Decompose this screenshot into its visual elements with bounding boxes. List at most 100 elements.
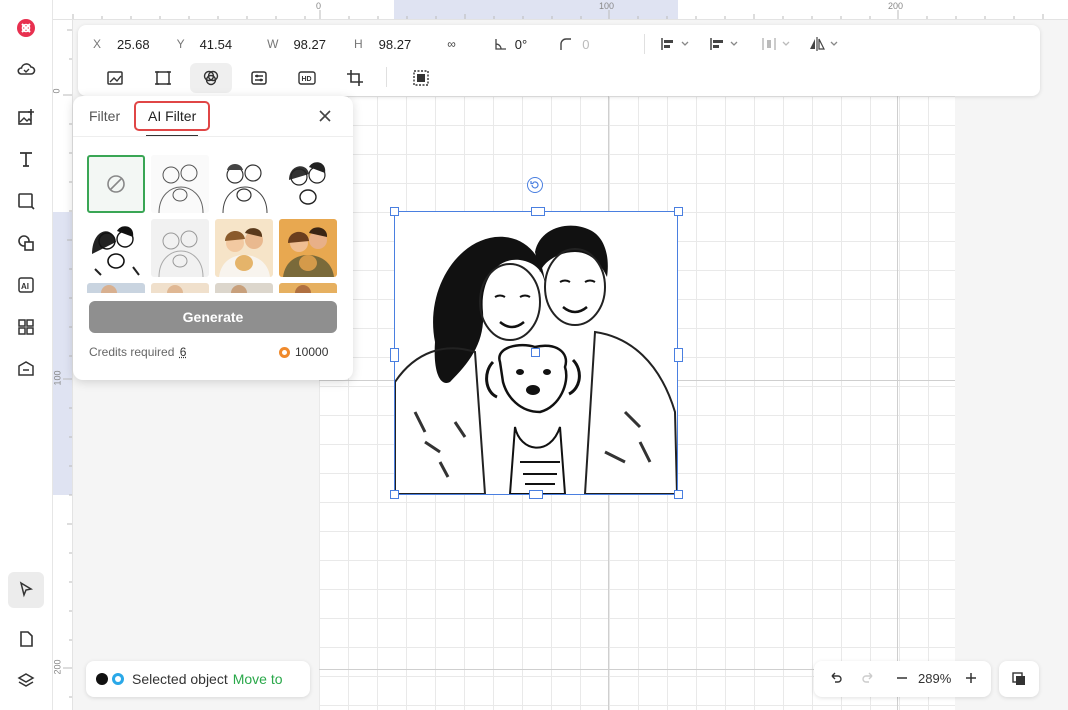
filter-style-option[interactable]: [151, 219, 209, 277]
resize-handle[interactable]: [531, 207, 545, 216]
filter-none-option[interactable]: [87, 155, 145, 213]
position-size-row: X 25.68 Y 41.54 W 98.27 H 98.27 ∞ 0° 0: [93, 33, 589, 55]
undo-button[interactable]: [828, 670, 844, 689]
page-icon[interactable]: [8, 621, 44, 657]
crop-icon: [347, 70, 363, 86]
center-handle[interactable]: [531, 348, 540, 357]
filter-style-option[interactable]: [279, 283, 337, 293]
adjust-button[interactable]: [238, 63, 280, 93]
app-logo-icon[interactable]: [8, 10, 44, 46]
height-field[interactable]: 98.27: [379, 37, 412, 52]
align-dropdown[interactable]: [709, 36, 739, 52]
selected-object-text: Selected object: [132, 671, 228, 687]
grid-major-line: [897, 96, 898, 710]
zoom-in-button[interactable]: [963, 670, 979, 689]
y-label: Y: [176, 37, 185, 51]
tab-filter[interactable]: Filter: [89, 108, 120, 124]
distribute-dropdown[interactable]: [761, 36, 791, 52]
corner-radius-field[interactable]: 0: [582, 37, 589, 52]
filter-style-option[interactable]: [215, 219, 273, 277]
cloud-sync-icon[interactable]: [8, 51, 44, 87]
svg-text:AI: AI: [21, 282, 29, 291]
filter-style-option[interactable]: [87, 283, 145, 293]
balance-value: 10000: [295, 345, 329, 359]
ruler-vertical: 0 100 200: [53, 20, 73, 710]
filter-style-option[interactable]: [215, 155, 273, 213]
resize-handle[interactable]: [390, 207, 399, 216]
width-field[interactable]: 98.27: [293, 37, 326, 52]
ruler-left-label: 0: [53, 88, 62, 93]
ruler-ticks: [72, 10, 1044, 19]
resize-handle[interactable]: [674, 348, 683, 362]
tab-ai-filter[interactable]: AI Filter: [134, 101, 211, 131]
layers-panel-button[interactable]: [999, 661, 1039, 697]
close-button[interactable]: [316, 107, 334, 125]
y-field[interactable]: 41.54: [200, 37, 233, 52]
x-field[interactable]: 25.68: [117, 37, 150, 52]
filter-style-option[interactable]: [279, 155, 337, 213]
ruler-left-label: 100: [53, 370, 63, 386]
blue-dot-icon: [112, 673, 124, 685]
filter-icon: [203, 70, 219, 86]
zoom-out-button[interactable]: [894, 670, 910, 689]
filter-button[interactable]: [190, 63, 232, 93]
h-label: H: [354, 37, 363, 51]
redo-button[interactable]: [860, 670, 876, 689]
select-all-button[interactable]: [400, 63, 442, 93]
layers-stack-icon[interactable]: [8, 663, 44, 699]
move-to-link[interactable]: Move to: [233, 671, 283, 687]
divider: [644, 34, 645, 54]
filter-style-option[interactable]: [151, 155, 209, 213]
ai-tool-icon[interactable]: AI: [8, 267, 44, 303]
credits-required: Credits required 6: [89, 345, 186, 359]
text-tool-icon[interactable]: [8, 141, 44, 177]
select-cursor-icon[interactable]: [8, 572, 44, 608]
arrange-icon: [661, 38, 673, 50]
resize-handle[interactable]: [529, 490, 543, 499]
resize-handle[interactable]: [390, 490, 399, 499]
arrange-dropdown[interactable]: [660, 36, 690, 52]
ruler-left-label: 200: [53, 659, 63, 675]
layers-icon: [1012, 672, 1025, 685]
resize-handle[interactable]: [674, 207, 683, 216]
corner-radius-icon: [559, 37, 572, 51]
edit-image-button[interactable]: [94, 63, 136, 93]
rotate-handle-icon[interactable]: [527, 177, 543, 193]
credit-balance: 10000: [279, 345, 328, 359]
zoom-bar: 289%: [814, 661, 991, 697]
no-filter-icon: [107, 175, 125, 193]
ruler-top-label: 100: [599, 1, 615, 11]
elements-icon[interactable]: [8, 225, 44, 261]
resize-artboard-button[interactable]: [142, 63, 184, 93]
credits-label: Credits required: [89, 345, 175, 359]
edit-image-icon: [107, 71, 123, 85]
angle-field[interactable]: 0°: [515, 37, 527, 52]
generate-button[interactable]: Generate: [89, 301, 337, 333]
tab-ai-filter-label: AI Filter: [148, 108, 197, 124]
angle-icon: [494, 38, 507, 51]
apps-grid-icon[interactable]: [8, 309, 44, 345]
chevron-down-icon: [730, 41, 738, 46]
materials-box-icon[interactable]: [8, 351, 44, 387]
hd-enhance-button[interactable]: HD: [286, 63, 328, 93]
filter-style-option[interactable]: [151, 283, 209, 293]
crop-button[interactable]: [334, 63, 376, 93]
add-image-icon[interactable]: [8, 99, 44, 135]
filter-style-option[interactable]: [279, 219, 337, 277]
plus-icon: [966, 673, 976, 683]
chevron-down-icon: [782, 41, 790, 46]
zoom-level[interactable]: 289%: [918, 671, 951, 686]
filter-style-option[interactable]: [215, 283, 273, 293]
filter-style-option[interactable]: [87, 219, 145, 277]
frame-icon: [155, 71, 171, 85]
shape-tool-icon[interactable]: [8, 183, 44, 219]
w-label: W: [267, 37, 279, 51]
divider: [73, 136, 353, 137]
resize-handle[interactable]: [390, 348, 399, 362]
flip-dropdown[interactable]: [809, 36, 839, 52]
ai-filter-panel: Filter AI Filter Generate Credits requir…: [73, 96, 353, 380]
link-ratio-icon[interactable]: ∞: [447, 37, 456, 51]
ruler-ticks: [63, 29, 72, 698]
black-dot-icon: [96, 673, 108, 685]
resize-handle[interactable]: [674, 490, 683, 499]
